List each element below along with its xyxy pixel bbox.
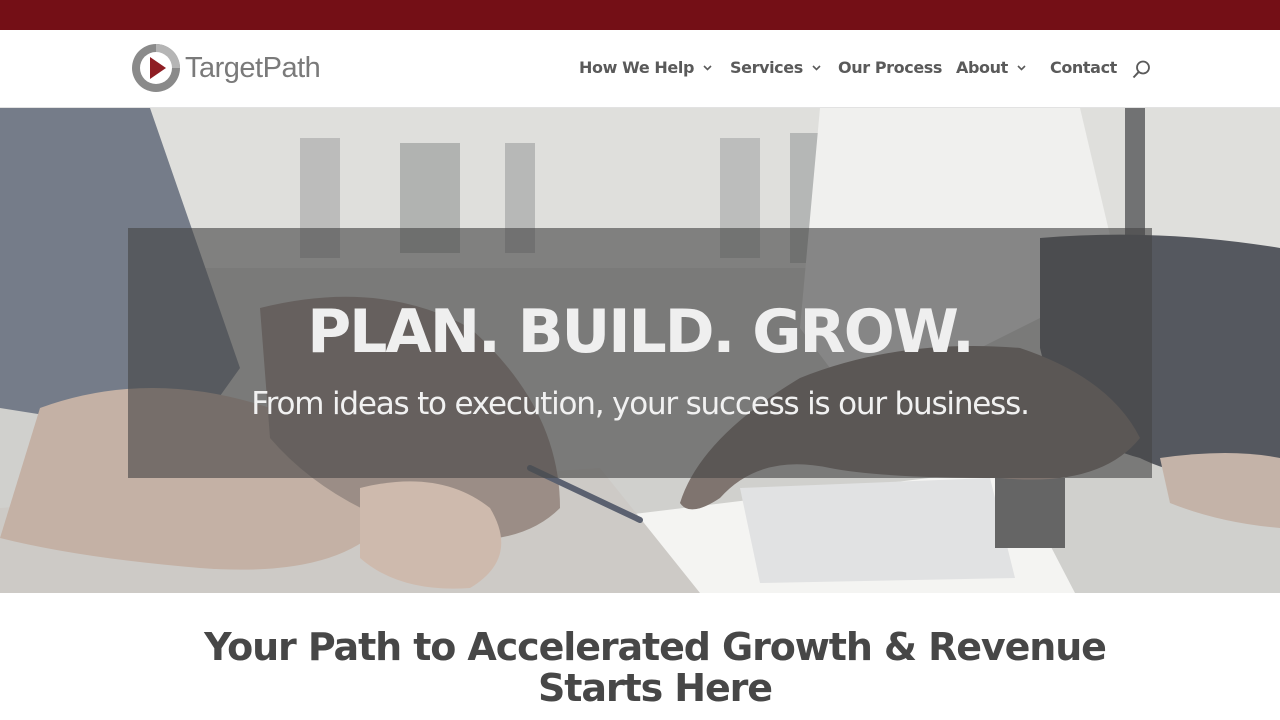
nav-how-we-help[interactable]: How We Help (579, 58, 712, 77)
site-header: TargetPath How We Help Services Our Proc… (0, 30, 1280, 108)
target-logo-icon (132, 44, 180, 92)
search-button[interactable] (1132, 60, 1151, 84)
nav-our-process[interactable]: Our Process (838, 58, 942, 77)
nav-label: Services (730, 58, 803, 77)
nav-about[interactable]: About (956, 58, 1026, 77)
hero-caption-box: PLAN. BUILD. GROW. From ideas to executi… (128, 228, 1152, 478)
search-icon (1132, 60, 1150, 79)
hero-section: PLAN. BUILD. GROW. From ideas to executi… (0, 108, 1280, 593)
site-logo[interactable]: TargetPath (130, 42, 321, 94)
nav-label: How We Help (579, 58, 695, 77)
logo-wordmark: TargetPath (185, 51, 321, 84)
nav-label: About (956, 58, 1008, 77)
chevron-down-icon (703, 64, 712, 71)
hero-subtitle: From ideas to execution, your success is… (251, 386, 1030, 422)
nav-label: Our Process (838, 58, 943, 77)
section-heading: Your Path to Accelerated Growth & Revenu… (204, 625, 1107, 710)
nav-contact[interactable]: Contact (1050, 58, 1117, 77)
nav-label: Contact (1050, 58, 1117, 77)
chevron-down-icon (1017, 64, 1026, 71)
chevron-down-icon (812, 64, 821, 71)
hero-title: PLAN. BUILD. GROW. (307, 297, 975, 367)
top-accent-bar (0, 0, 1280, 30)
nav-services[interactable]: Services (730, 58, 821, 77)
